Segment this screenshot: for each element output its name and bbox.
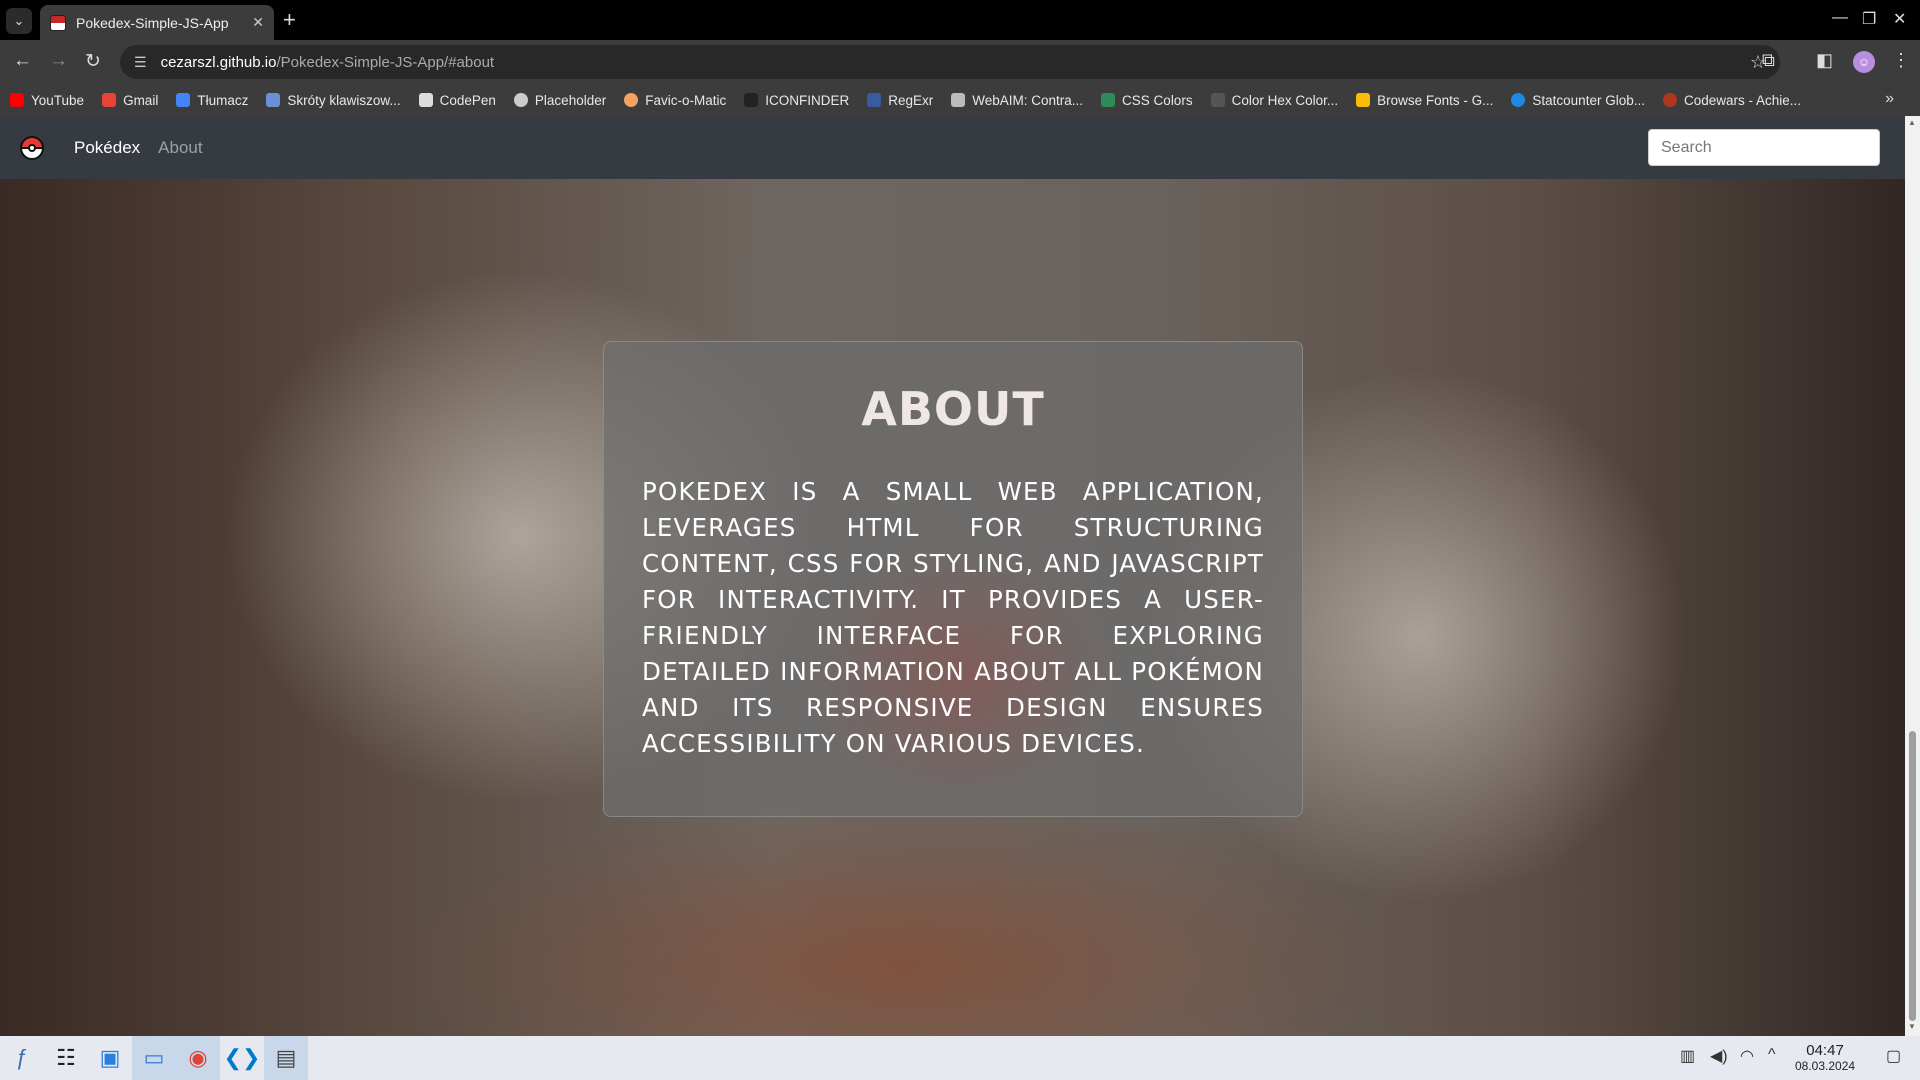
webaim-icon [951,93,966,107]
bookmark-item[interactable]: Placeholder [513,93,606,108]
keyboard-shortcuts-icon [266,93,281,107]
bookmark-item[interactable]: Skróty klawiszow... [266,93,401,108]
screenshot-app-icon[interactable]: ▤ [264,1036,308,1080]
url-path: /Pokedex-Simple-JS-App/#about [276,53,495,71]
bookmark-item[interactable]: Gmail [102,93,158,108]
placeholder-icon [513,93,528,107]
chrome-icon[interactable]: ◉ [176,1036,220,1080]
address-bar[interactable]: ☰ cezarszl.github.io/Pokedex-Simple-JS-A… [120,45,1780,79]
page-viewport: Pokédex About ABOUT Pokedex is a small w… [0,116,1920,1036]
browser-toolbar: ← → ↻ ☰ cezarszl.github.io/Pokedex-Simpl… [0,40,1920,84]
about-text: Pokedex is a small web application, leve… [642,477,1264,758]
bookmark-item[interactable]: Statcounter Glob... [1511,93,1645,108]
site-settings-icon[interactable]: ☰ [134,54,147,71]
clock[interactable]: 04:47 08.03.2024 [1795,1042,1855,1073]
show-desktop-icon[interactable]: ▢ [1886,1046,1901,1066]
codewars-icon [1662,93,1677,107]
software-store-icon[interactable]: ▣ [88,1036,132,1080]
bookmark-item[interactable]: Color Hex Color... [1210,93,1338,108]
fedora-start-icon[interactable]: ƒ [0,1036,44,1080]
search-input[interactable] [1648,129,1880,166]
statcounter-icon [1511,93,1526,107]
page-scrollbar[interactable]: ▲ ▼ [1905,116,1920,1036]
pokeball-favicon-icon [50,14,66,31]
minimize-icon[interactable]: — [1832,9,1848,27]
profile-avatar[interactable]: ☺ [1853,51,1875,73]
scrollbar-thumb[interactable] [1909,731,1916,1021]
bookmark-item[interactable]: Codewars - Achie... [1662,93,1801,108]
css-colors-icon [1101,93,1116,107]
translate-icon [176,93,191,107]
extensions-icon[interactable]: ⧉ [1762,50,1775,71]
bookmark-item[interactable]: WebAIM: Contra... [951,93,1083,108]
bookmark-item[interactable]: YouTube [10,93,84,108]
new-tab-icon[interactable]: + [283,7,296,33]
youtube-icon [10,93,24,107]
color-hex-icon [1210,93,1225,107]
scroll-up-icon[interactable]: ▲ [1908,118,1916,127]
os-taskbar: ƒ ☷ ▣ ▭ ◉ ❮❯ ▤ ▥ ◀) ◠ ^ 04:47 08.03.2024… [0,1036,1920,1080]
clock-date: 08.03.2024 [1795,1059,1856,1073]
scroll-down-icon[interactable]: ▼ [1908,1022,1916,1031]
tab-bar: ⌄ Pokedex-Simple-JS-App ✕ + — ❐ ✕ [0,0,1920,40]
tab-close-icon[interactable]: ✕ [252,14,264,31]
favicomatic-icon [624,93,639,107]
bookmark-item[interactable]: CodePen [418,93,496,108]
regexr-icon [867,93,882,107]
bookmark-item[interactable]: Favic-o-Matic [624,93,726,108]
brand-link[interactable]: Pokédex [74,138,140,158]
bookmark-item[interactable]: CSS Colors [1101,93,1193,108]
google-fonts-icon [1356,93,1371,107]
about-card: ABOUT Pokedex is a small web application… [603,341,1303,817]
clipboard-icon[interactable]: ▥ [1680,1046,1695,1066]
tab-search-chevron-icon[interactable]: ⌄ [6,8,32,34]
forward-icon[interactable]: → [49,50,68,72]
reload-icon[interactable]: ↻ [85,50,101,73]
tray-expand-icon[interactable]: ^ [1768,1046,1776,1064]
bookmark-item[interactable]: Tłumacz [176,93,248,108]
file-manager-icon[interactable]: ▭ [132,1036,176,1080]
site-navbar: Pokédex About [0,116,1905,179]
close-window-icon[interactable]: ✕ [1893,9,1906,29]
back-icon[interactable]: ← [13,50,32,72]
pokeball-logo-icon[interactable] [20,135,44,160]
browser-tab[interactable]: Pokedex-Simple-JS-App ✕ [40,5,274,40]
nav-link-about[interactable]: About [158,138,202,158]
url-host: cezarszl.github.io [160,53,277,71]
bookmark-item[interactable]: RegExr [867,93,933,108]
more-bookmarks-icon[interactable]: » [1885,90,1894,108]
wifi-icon[interactable]: ◠ [1740,1046,1754,1066]
bookmark-item[interactable]: Browse Fonts - G... [1356,93,1493,108]
iconfinder-icon [744,93,759,107]
clock-time: 04:47 [1806,1042,1844,1059]
bookmarks-bar: YouTube Gmail Tłumacz Skróty klawiszow..… [0,84,1920,116]
about-title: ABOUT [861,382,1045,436]
volume-icon[interactable]: ◀) [1710,1046,1728,1066]
side-panel-icon[interactable]: ◧ [1816,50,1833,71]
terminal-settings-icon[interactable]: ☷ [44,1036,88,1080]
bookmark-item[interactable]: ICONFINDER [744,93,849,108]
menu-kebab-icon[interactable]: ⋮ [1892,50,1910,71]
vscode-icon[interactable]: ❮❯ [220,1036,264,1080]
tab-title: Pokedex-Simple-JS-App [76,14,229,31]
restore-icon[interactable]: ❐ [1862,9,1876,29]
codepen-icon [418,93,433,107]
gmail-icon [102,93,117,107]
